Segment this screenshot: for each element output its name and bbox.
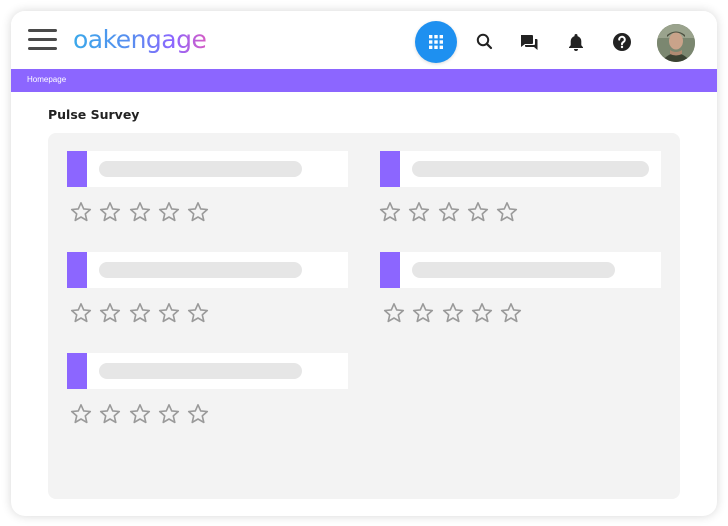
star-icon[interactable] — [412, 302, 434, 324]
question-accent-bar — [380, 252, 400, 288]
star-icon[interactable] — [158, 302, 180, 324]
breadcrumb-homepage-link[interactable]: Homepage — [27, 75, 66, 84]
breadcrumb: Homepage — [11, 69, 717, 92]
star-icon[interactable] — [383, 302, 405, 324]
star-rating — [70, 302, 220, 324]
star-icon[interactable] — [70, 302, 92, 324]
survey-panel — [48, 133, 680, 499]
svg-text:oakengage: oakengage — [73, 25, 206, 54]
star-icon[interactable] — [438, 201, 460, 223]
question-accent-bar — [67, 252, 87, 288]
help-button[interactable] — [611, 31, 633, 53]
grid-apps-icon — [429, 35, 443, 49]
star-rating — [70, 403, 220, 425]
star-icon[interactable] — [158, 201, 180, 223]
star-icon[interactable] — [187, 201, 209, 223]
question-text-placeholder — [99, 363, 302, 379]
question-text-placeholder — [99, 262, 302, 278]
star-icon[interactable] — [500, 302, 522, 324]
survey-question-card — [67, 353, 348, 389]
star-icon[interactable] — [471, 302, 493, 324]
app-window: oakengage Homepage Pulse Survey — [11, 11, 717, 516]
survey-question-card — [67, 151, 348, 187]
star-icon[interactable] — [99, 302, 121, 324]
star-rating — [70, 201, 220, 223]
chat-button[interactable] — [518, 31, 540, 53]
star-icon[interactable] — [379, 201, 401, 223]
star-icon[interactable] — [99, 201, 121, 223]
top-navigation-bar: oakengage — [11, 11, 717, 69]
page-title: Pulse Survey — [48, 107, 140, 122]
apps-grid-button[interactable] — [415, 21, 457, 63]
star-icon[interactable] — [129, 302, 151, 324]
user-avatar[interactable] — [657, 24, 695, 62]
question-accent-bar — [67, 353, 87, 389]
star-icon[interactable] — [408, 201, 430, 223]
star-icon[interactable] — [99, 403, 121, 425]
question-accent-bar — [67, 151, 87, 187]
hamburger-menu-icon[interactable] — [28, 29, 57, 51]
search-button[interactable] — [474, 31, 496, 53]
star-icon[interactable] — [187, 302, 209, 324]
star-icon[interactable] — [496, 201, 518, 223]
star-icon[interactable] — [187, 403, 209, 425]
star-icon[interactable] — [129, 201, 151, 223]
help-icon — [613, 33, 631, 51]
search-icon — [476, 33, 493, 50]
star-rating — [383, 302, 533, 324]
bell-icon — [569, 34, 583, 51]
survey-question-card — [67, 252, 348, 288]
star-icon[interactable] — [70, 201, 92, 223]
question-accent-bar — [380, 151, 400, 187]
survey-question-card — [380, 252, 661, 288]
star-icon[interactable] — [442, 302, 464, 324]
question-text-placeholder — [99, 161, 302, 177]
question-text-placeholder — [412, 161, 649, 177]
oakengage-logo[interactable]: oakengage — [73, 22, 213, 58]
star-icon[interactable] — [467, 201, 489, 223]
star-icon[interactable] — [70, 403, 92, 425]
star-icon[interactable] — [129, 403, 151, 425]
chat-icon — [521, 35, 538, 50]
star-rating — [379, 201, 529, 223]
notifications-button[interactable] — [565, 31, 587, 53]
survey-question-card — [380, 151, 661, 187]
question-text-placeholder — [412, 262, 615, 278]
star-icon[interactable] — [158, 403, 180, 425]
